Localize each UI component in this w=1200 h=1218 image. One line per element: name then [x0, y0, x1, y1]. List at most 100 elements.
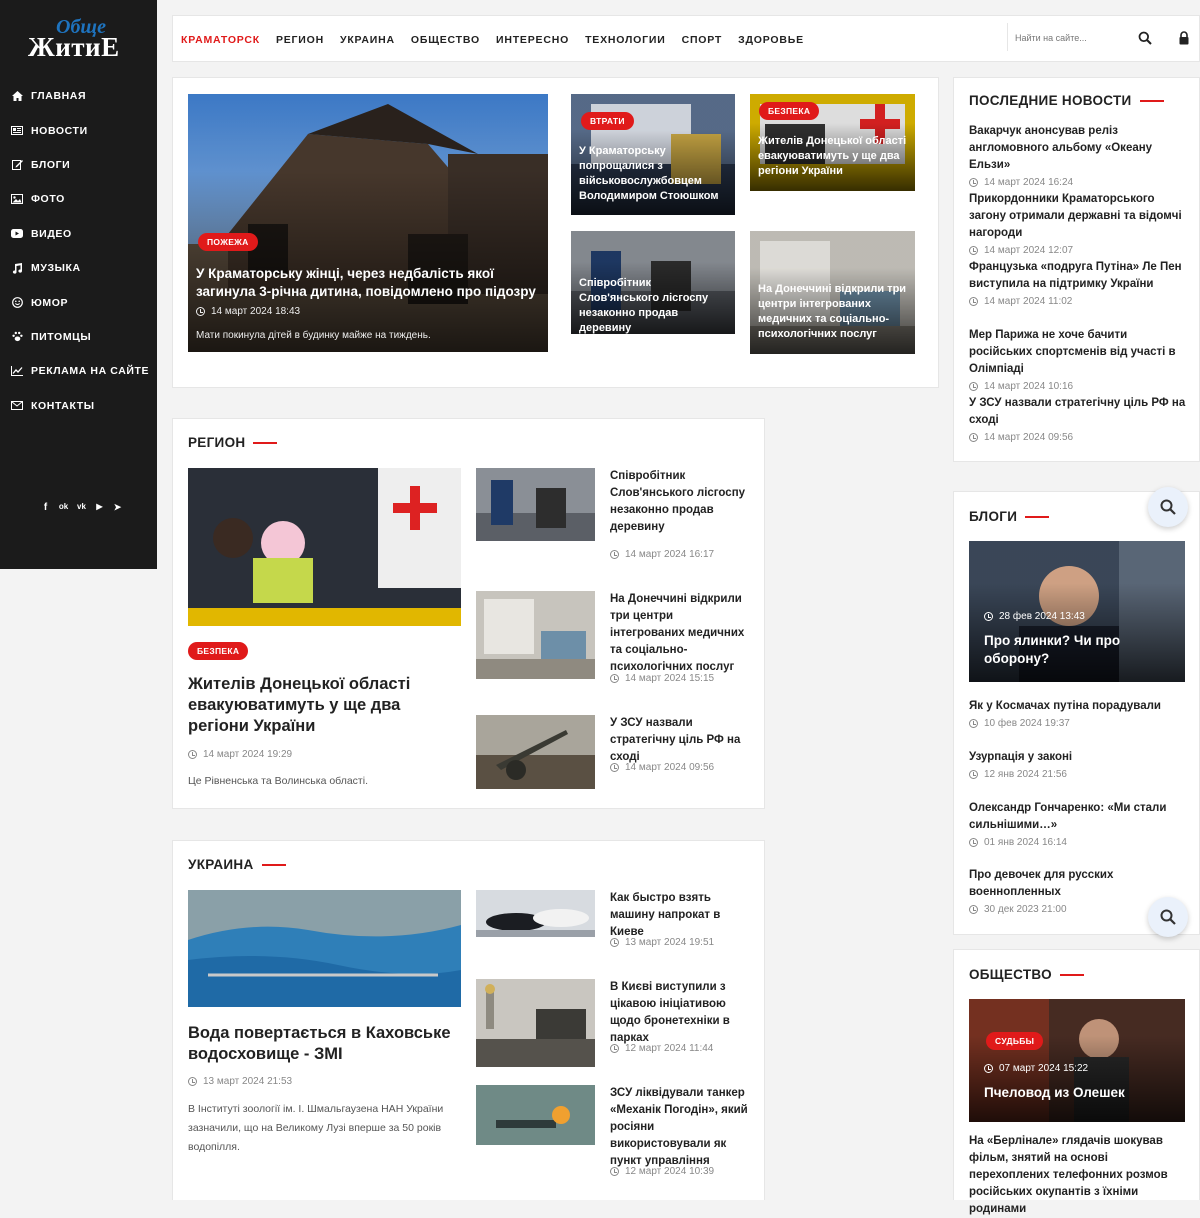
sidebar-item-pets[interactable]: ПИТОМЦЫ — [0, 320, 157, 354]
social-links: f ok vk ▶ ➤ — [40, 502, 123, 513]
list-item-title[interactable]: Узурпація у законі — [969, 749, 1191, 766]
search-icon[interactable] — [1138, 31, 1152, 45]
facebook-icon[interactable]: f — [40, 502, 51, 513]
nav-item-interesting[interactable]: ИНТЕРЕСНО — [496, 34, 569, 46]
category-badge[interactable]: БЕЗПЕКА — [759, 102, 820, 120]
featured-main-tile[interactable]: ПОЖЕЖА У Краматорську жінці, через недба… — [188, 94, 548, 352]
featured-main-title[interactable]: У Краматорську жінці, через недбалість я… — [196, 265, 541, 301]
sidebar-item-video[interactable]: ВИДЕО — [0, 217, 157, 251]
nav-item-sport[interactable]: СПОРТ — [682, 34, 723, 46]
ukraine-item-thumb[interactable] — [476, 890, 595, 937]
list-item-meta: 01 янв 2024 16:14 — [969, 837, 1191, 848]
list-item[interactable]: Прикордонники Краматорського загону отри… — [969, 191, 1189, 259]
region-item-title[interactable]: На Донеччині відкрили три центри інтегро… — [610, 591, 750, 676]
home-icon — [11, 90, 23, 102]
list-item[interactable]: Вакарчук анонсував реліз англомовного ал… — [969, 123, 1189, 191]
tile-title[interactable]: Жителів Донецької області евакуюватимуть… — [758, 134, 910, 179]
list-item-title[interactable]: Про девочек для русских военнопленных — [969, 867, 1144, 901]
ukraine-item-title[interactable]: В Києві виступили з цікавою ініціативою … — [610, 979, 755, 1047]
region-item-thumb[interactable] — [476, 591, 595, 679]
list-item[interactable]: У ЗСУ назвали стратегічну ціль РФ на схо… — [969, 395, 1189, 463]
sidebar-item-label: ФОТО — [31, 193, 65, 206]
region-item-title[interactable]: У ЗСУ назвали стратегічну ціль РФ на схо… — [610, 715, 750, 766]
ukraine-item-title[interactable]: Как быстро взять машину напрокат в Киеве — [610, 890, 755, 941]
sidebar-item-home[interactable]: ГЛАВНАЯ — [0, 79, 157, 113]
vk-icon[interactable]: vk — [76, 502, 87, 513]
floating-search-button[interactable] — [1148, 487, 1188, 527]
sidebar-item-contacts[interactable]: КОНТАКТЫ — [0, 389, 157, 423]
list-item-meta: 14 март 2024 16:24 — [969, 177, 1189, 188]
featured-section: ПОЖЕЖА У Краматорську жінці, через недба… — [172, 77, 939, 388]
sidebar-item-advertising[interactable]: РЕКЛАМА НА САЙТЕ — [0, 354, 157, 388]
list-item-title[interactable]: Французька «подруга Путіна» Ле Пен висту… — [969, 259, 1189, 293]
ukraine-main-title[interactable]: Вода повертається в Каховське водосховищ… — [188, 1023, 453, 1065]
region-item-thumb[interactable] — [476, 468, 595, 541]
armored-vehicles-thumb — [476, 979, 595, 1067]
list-item[interactable]: Мер Парижа не хоче бачити російських спо… — [969, 327, 1189, 395]
sidebar-item-news[interactable]: НОВОСТИ — [0, 113, 157, 147]
lock-icon[interactable] — [1178, 31, 1190, 45]
title-accent-bar — [253, 441, 278, 444]
nav-item-health[interactable]: ЗДОРОВЬЕ — [738, 34, 804, 46]
category-badge[interactable]: ВТРАТИ — [581, 112, 634, 130]
society-item-title[interactable]: На «Берлінале» глядачів шокував фільм, з… — [969, 1133, 1184, 1218]
ukraine-item-thumb[interactable] — [476, 1085, 595, 1145]
list-item-title[interactable]: Вакарчук анонсував реліз англомовного ал… — [969, 123, 1189, 174]
list-item-title[interactable]: У ЗСУ назвали стратегічну ціль РФ на схо… — [969, 395, 1189, 429]
list-item-title[interactable]: Мер Парижа не хоче бачити російських спо… — [969, 327, 1189, 378]
featured-tile-1[interactable]: ВТРАТИ У Краматорську попрощалися з війс… — [571, 94, 735, 215]
list-item-title[interactable]: Олександр Гончаренко: «Ми стали сильніши… — [969, 800, 1169, 834]
sidebar-item-music[interactable]: МУЗЫКА — [0, 251, 157, 285]
search-input[interactable] — [1015, 26, 1130, 50]
section-title-text: ПОСЛЕДНИЕ НОВОСТИ — [969, 93, 1132, 108]
ukraine-main-image[interactable] — [188, 890, 461, 1007]
ukraine-item-title[interactable]: ЗСУ ліквідували танкер «Механік Погодін»… — [610, 1085, 755, 1170]
category-badge[interactable]: БЕЗПЕКА — [188, 642, 249, 660]
list-item[interactable]: Як у Космачах путіна порадували 10 фев 20… — [969, 698, 1191, 749]
region-item-title[interactable]: Співробітник Слов'янського лісгоспу неза… — [610, 468, 750, 536]
list-item-meta: 12 янв 2024 21:56 — [969, 769, 1191, 780]
ukraine-item-thumb[interactable] — [476, 979, 595, 1067]
clock-icon — [969, 905, 978, 914]
nav-item-ukraine[interactable]: УКРАИНА — [340, 34, 395, 46]
date: 07 март 2024 15:22 — [999, 1063, 1089, 1074]
clock-icon — [969, 178, 978, 187]
list-item[interactable]: Олександр Гончаренко: «Ми стали сильніши… — [969, 800, 1191, 867]
nav-item-region[interactable]: РЕГИОН — [276, 34, 324, 46]
floating-search-button[interactable] — [1148, 897, 1188, 937]
list-item[interactable]: Французька «подруга Путіна» Ле Пен висту… — [969, 259, 1189, 327]
category-badge[interactable]: ПОЖЕЖА — [198, 233, 258, 251]
clock-icon — [196, 307, 205, 316]
region-main-image[interactable] — [188, 468, 461, 626]
society-main-tile[interactable]: СУДЬБЫ 07 март 2024 15:22 Пчеловод из Ол… — [969, 999, 1185, 1122]
society-main-title[interactable]: Пчеловод из Олешек — [984, 1084, 1174, 1102]
list-item-title[interactable]: Як у Космачах путіна порадували — [969, 698, 1191, 715]
sidebar-item-humor[interactable]: ЮМОР — [0, 285, 157, 319]
odnoklassniki-icon[interactable]: ok — [58, 502, 69, 513]
category-badge[interactable]: СУДЬБЫ — [986, 1032, 1044, 1050]
sidebar-item-photo[interactable]: ФОТО — [0, 182, 157, 216]
nav-item-technology[interactable]: ТЕХНОЛОГИИ — [585, 34, 666, 46]
blogs-main-tile[interactable]: 28 фев 2024 13:43 Про ялинки? Чи про обо… — [969, 541, 1185, 682]
region-main-title[interactable]: Жителів Донецької області евакуюватимуть… — [188, 674, 453, 737]
telegram-icon[interactable]: ➤ — [112, 502, 123, 513]
blogs-main-title[interactable]: Про ялинки? Чи про оборону? — [984, 632, 1134, 668]
nav-item-kramatorsk[interactable]: КРАМАТОРСК — [181, 34, 260, 46]
tile-title[interactable]: Співробітник Слов'янського лісгоспу неза… — [579, 276, 731, 334]
featured-tile-2[interactable]: БЕЗПЕКА Жителів Донецької області евакую… — [750, 94, 915, 191]
site-logo[interactable]: Обще ЖитиЕ — [20, 16, 136, 66]
youtube-icon — [11, 228, 23, 240]
music-icon — [11, 262, 23, 274]
featured-tile-4[interactable]: На Донеччині відкрили три центри інтегро… — [750, 231, 915, 354]
featured-tile-3[interactable]: Співробітник Слов'янського лісгоспу неза… — [571, 231, 735, 334]
tile-title[interactable]: На Донеччині відкрили три центри інтегро… — [758, 282, 910, 342]
tile-title[interactable]: У Краматорську попрощалися з військовосл… — [579, 144, 729, 204]
list-item-title[interactable]: Прикордонники Краматорського загону отри… — [969, 191, 1189, 242]
list-item[interactable]: Узурпація у законі 12 янв 2024 21:56 — [969, 749, 1191, 800]
date: 14 март 2024 16:17 — [625, 549, 715, 560]
youtube-social-icon[interactable]: ▶ — [94, 502, 105, 513]
region-item-thumb[interactable] — [476, 715, 595, 789]
sidebar-item-blogs[interactable]: БЛОГИ — [0, 148, 157, 182]
nav-item-society[interactable]: ОБЩЕСТВО — [411, 34, 480, 46]
date: 01 янв 2024 16:14 — [984, 837, 1067, 848]
